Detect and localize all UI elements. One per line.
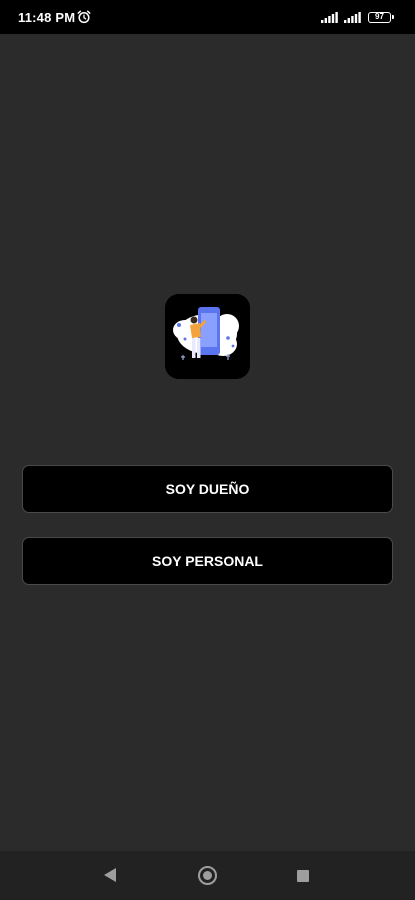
staff-button[interactable]: SOY PERSONAL (22, 537, 393, 585)
navigation-bar (0, 851, 415, 900)
status-bar: 11:48 PM 97 (0, 0, 415, 34)
battery-icon: 97 (368, 12, 394, 23)
owner-button[interactable]: SOY DUEÑO (22, 465, 393, 513)
phone-person-illustration-icon (165, 294, 250, 379)
app-logo (165, 294, 250, 379)
status-time: 11:48 PM (18, 10, 76, 25)
battery-level: 97 (375, 12, 384, 21)
owner-button-label: SOY DUEÑO (165, 481, 250, 497)
signal-icon (344, 12, 361, 23)
alarm-icon (77, 10, 91, 24)
home-icon[interactable] (198, 866, 217, 885)
staff-button-label: SOY PERSONAL (152, 553, 263, 569)
signal-icon (321, 12, 338, 23)
back-icon[interactable] (104, 868, 116, 882)
recents-icon[interactable] (297, 870, 309, 882)
